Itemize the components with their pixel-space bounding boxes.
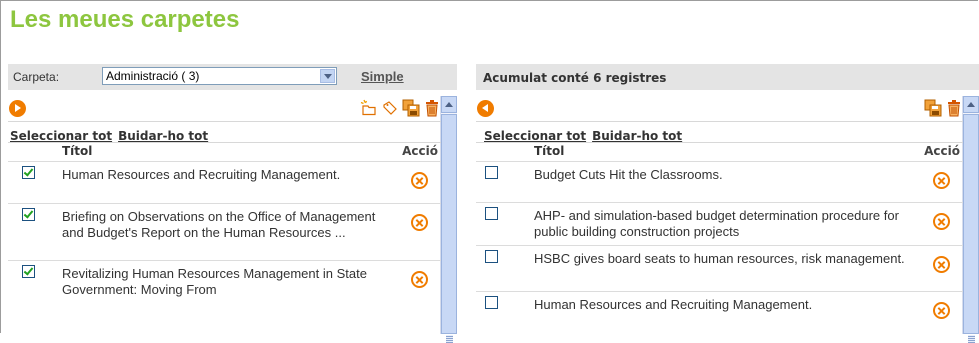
trash-icon[interactable] (945, 99, 963, 117)
save-icon[interactable] (402, 99, 420, 117)
selection-links: Seleccionar tot Buidar-ho tot (8, 121, 441, 143)
table-row: Budget Cuts Hit the Classrooms. (476, 161, 963, 203)
row-title: AHP- and simulation-based budget determi… (534, 208, 899, 239)
accumulated-panel: Acumulat conté 6 registres Seleccionar t… (476, 64, 979, 343)
folder-panel: Carpeta: Administració ( 3) Simple Selec… (8, 64, 457, 343)
folder-toolbar (8, 96, 441, 120)
select-all-link[interactable]: Seleccionar tot (10, 129, 112, 143)
scroll-thumb[interactable] (963, 114, 979, 343)
folder-bar: Carpeta: Administració ( 3) Simple (8, 64, 457, 90)
row-checkbox[interactable] (22, 265, 35, 278)
row-checkbox[interactable] (22, 208, 35, 221)
folder-select[interactable]: Administració ( 3) (102, 67, 337, 85)
folder-label: Carpeta: (13, 70, 60, 84)
table-header: Títol Acció (8, 142, 441, 161)
scroll-up-icon[interactable] (963, 96, 979, 113)
selection-links: Seleccionar tot Buidar-ho tot (476, 121, 963, 143)
page-title: Les meues carpetes (10, 6, 240, 33)
table-row: HSBC gives board seats to human resource… (476, 245, 963, 292)
table-row: Revitalizing Human Resources Management … (8, 260, 441, 335)
row-checkbox[interactable] (485, 207, 498, 220)
chevron-down-icon[interactable] (320, 69, 335, 83)
clear-all-link[interactable]: Buidar-ho tot (592, 129, 682, 143)
accumulated-toolbar (476, 96, 963, 120)
column-title: Títol (62, 144, 93, 158)
row-checkbox[interactable] (22, 166, 35, 179)
row-title: HSBC gives board seats to human resource… (534, 251, 905, 266)
remove-icon[interactable] (411, 214, 428, 231)
folder-scrollbar[interactable] (440, 96, 457, 343)
accumulated-scrollbar[interactable] (962, 96, 979, 343)
select-all-link[interactable]: Seleccionar tot (484, 129, 586, 143)
row-title: Briefing on Observations on the Office o… (62, 209, 376, 240)
column-action: Acció (924, 144, 960, 158)
row-title: Human Resources and Recruiting Managemen… (534, 297, 813, 312)
trash-icon[interactable] (423, 99, 441, 117)
table-header: Títol Acció (476, 142, 963, 161)
column-title: Títol (534, 144, 565, 158)
new-folder-icon[interactable] (360, 99, 378, 117)
folder-select-value: Administració ( 3) (106, 69, 200, 83)
table-row: Human Resources and Recruiting Managemen… (476, 291, 963, 335)
remove-icon[interactable] (933, 256, 950, 273)
simple-view-link[interactable]: Simple (361, 69, 404, 84)
row-title: Revitalizing Human Resources Management … (62, 266, 367, 297)
table-row: AHP- and simulation-based budget determi… (476, 202, 963, 246)
table-row: Human Resources and Recruiting Managemen… (8, 161, 441, 204)
row-title: Human Resources and Recruiting Managemen… (62, 167, 341, 182)
table-row: Briefing on Observations on the Office o… (8, 203, 441, 261)
row-checkbox[interactable] (485, 250, 498, 263)
row-checkbox[interactable] (485, 296, 498, 309)
row-checkbox[interactable] (485, 166, 498, 179)
row-title: Budget Cuts Hit the Classrooms. (534, 167, 723, 182)
save-icon[interactable] (924, 99, 942, 117)
column-action: Acció (402, 144, 438, 158)
remove-icon[interactable] (933, 213, 950, 230)
remove-icon[interactable] (411, 271, 428, 288)
remove-icon[interactable] (933, 302, 950, 319)
remove-icon[interactable] (411, 172, 428, 189)
scroll-thumb[interactable] (441, 114, 457, 343)
play-icon[interactable] (9, 100, 26, 117)
remove-icon[interactable] (933, 172, 950, 189)
accumulated-header: Acumulat conté 6 registres (483, 71, 667, 85)
accumulated-bar: Acumulat conté 6 registres (476, 64, 979, 90)
scroll-up-icon[interactable] (441, 96, 457, 113)
back-icon[interactable] (477, 100, 494, 117)
tag-icon[interactable] (381, 99, 399, 117)
clear-all-link[interactable]: Buidar-ho tot (118, 129, 208, 143)
